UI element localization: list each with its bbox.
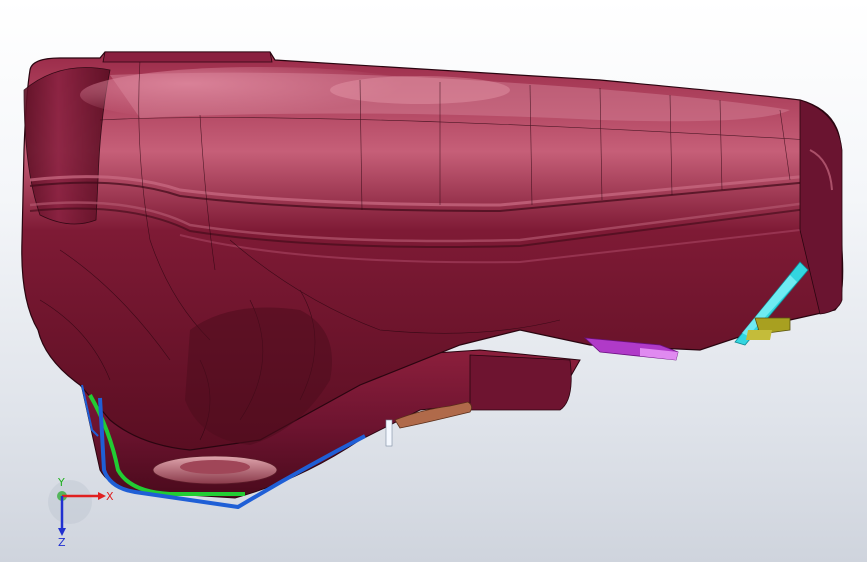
axis-triad: X Y Z [48,478,114,548]
x-axis-label: X [106,490,114,503]
cad-viewport[interactable]: X Y Z [0,0,867,562]
lower-bulge [469,354,572,411]
z-axis-label: Z [58,536,66,548]
top-neck [102,51,273,63]
shine-spot-2 [330,76,510,104]
fuel-tank-model[interactable] [0,0,867,562]
white-clip [385,419,393,447]
olive-bracket-2 [746,330,772,340]
pump-flange-inner [180,460,250,474]
y-axis-label: Y [57,478,65,489]
